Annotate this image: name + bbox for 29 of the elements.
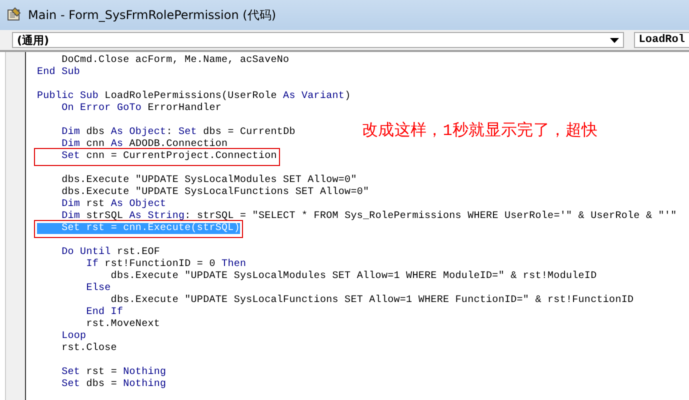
code-line: DoCmd.Close acForm, Me.Name, acSaveNo [60,55,290,66]
code-line: Do Until rst.EOF [60,247,160,258]
code-line: rst.Close [60,343,117,355]
code-line: dbs.Execute "UPDATE SysLocalFunctions SET Allow=1 WHERE FunctionID=" & rst!FunctionID [110,295,634,306]
code-line: Dim rst As Object [60,199,166,210]
code-line: Set dbs = Nothing [60,379,166,391]
code-line: Else [85,283,111,295]
code-line: Loop [60,331,86,342]
code-line: dbs.Execute "UPDATE SysLocalFunctions SET Allow=0" [60,187,370,198]
code-line: dbs.Execute "UPDATE SysLocalModules SET Allow=0" [60,175,357,186]
module-icon [6,7,22,23]
code-line: On Error GoTo ErrorHandler [60,103,222,115]
code-line: Dim cnn As ADODB.Connection [60,139,228,150]
dropdown-arrow-icon[interactable] [610,38,619,42]
code-line: End Sub [37,67,80,79]
code-line: Public Sub LoadRolePermissions(UserRole As Variant) [37,91,351,102]
window-title: Main - Form_SysFrmRolePermission (代码) [28,6,276,24]
code-line: Set rst = cnn.Execute(strSQL) [37,223,240,235]
code-line: If rst!FunctionID = 0 Then [85,259,246,270]
code-line: End If [85,307,124,319]
code-line: dbs.Execute "UPDATE SysLocalModules SET Allow=1 WHERE ModuleID=" & rst!ModuleID [110,271,597,283]
annotation-text: 改成这样，1秒就显示完了，超快 [362,120,598,141]
code-line: Set rst = Nothing [60,367,166,378]
procedure-dropdown[interactable]: LoadRol [634,32,689,48]
code-line: Dim strSQL As String: strSQL = "SELECT * FROM Sys_RolePermissions WHERE UserRole='" & UserRole & "'" [60,211,677,223]
code-line: Dim dbs As Object: Set dbs = CurrentDb [60,127,296,138]
object-dropdown[interactable]: (通用) [12,32,624,48]
code-line: rst.MoveNext [86,319,160,331]
code-line: Set cnn = CurrentProject.Connection [37,151,277,163]
